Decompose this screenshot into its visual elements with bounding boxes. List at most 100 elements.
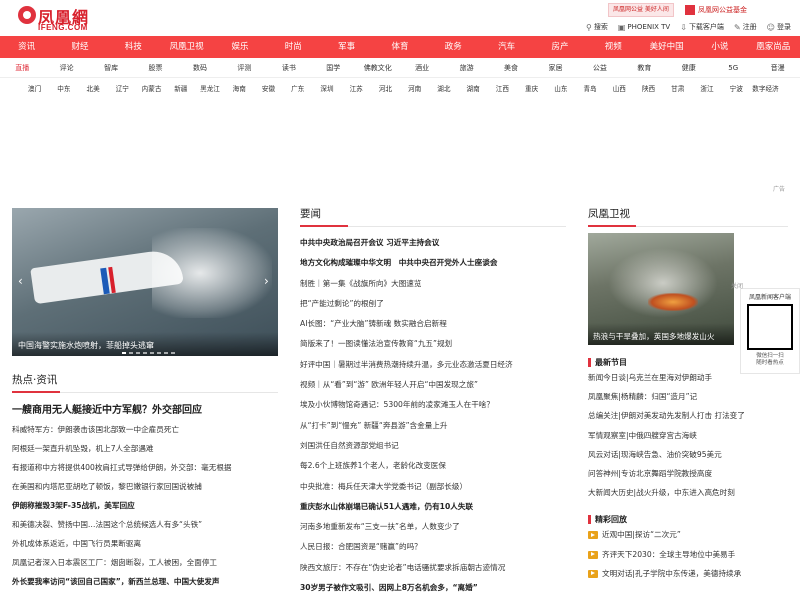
list-item[interactable]: 人民日报：合肥国资是“赌赢”的吗？ [300, 537, 566, 557]
list-item[interactable]: 外长要我率访问“该回自己国家”，新西兰总理、中国大使发声 [12, 576, 278, 587]
sub-nav-item[interactable]: 酒业 [400, 58, 444, 77]
region-nav-item[interactable]: 海南 [225, 81, 254, 97]
main-nav-item[interactable]: 小说 [693, 36, 746, 58]
list-item[interactable]: 伊朗称摧毁3架F-35战机，美军回应 [12, 500, 278, 511]
sub-nav-item[interactable]: 旅游 [444, 58, 488, 77]
region-nav-item[interactable]: 河南 [400, 81, 429, 97]
sub-nav-item[interactable]: 佛教文化 [356, 58, 400, 77]
region-nav-item[interactable]: 宁波 [722, 81, 751, 97]
list-item[interactable]: 军情观察室|中俄四艘穿宫古海峡 [588, 426, 764, 445]
region-nav-item[interactable]: 新疆 [166, 81, 195, 97]
list-item[interactable]: 有报道称中方将提供400枚肩扛式导弹给伊朗，外交部：毫无根据 [12, 462, 278, 473]
carousel-prev-icon[interactable]: ‹ [18, 274, 23, 288]
region-nav-item[interactable]: 湖北 [429, 81, 458, 97]
region-nav-item[interactable]: 重庆 [517, 81, 546, 97]
sub-nav-item[interactable]: 数码 [178, 58, 222, 77]
region-nav-item[interactable]: 北美 [78, 81, 107, 97]
list-item[interactable]: 风云对话|现海峡告急、油价突破95美元 [588, 445, 764, 464]
list-item[interactable]: 在美国和内塔尼亚胡吃了顿饭，黎巴嫩银行家回国说被捕 [12, 481, 278, 492]
list-item[interactable]: 新闻今日谈|乌克兰在里海对伊朗动手 [588, 368, 764, 387]
list-item[interactable]: 近观中国|探访“二次元” [588, 525, 764, 544]
charity-fund-link[interactable]: 凤凰网公益基金 [685, 3, 795, 17]
carousel-next-icon[interactable]: › [264, 274, 269, 288]
hero-carousel[interactable]: ‹ › 中国海警实施水炮喷射，菲船掉头逃窜 [12, 208, 278, 356]
main-nav-item[interactable]: 政务 [427, 36, 480, 58]
list-item[interactable]: 视频｜从“看”到“游” 欧洲年轻人开启“中国发现之旅” [300, 375, 566, 395]
region-nav-item[interactable]: 黑龙江 [195, 81, 224, 97]
list-item[interactable]: 河南多地重新发布“三支一扶”名单，人数变少了 [300, 517, 566, 537]
list-item[interactable]: 埃及小伙博物馆奇遇记：5300年前的凌家滩玉人在干啥？ [300, 395, 566, 415]
carousel-dot[interactable] [164, 352, 168, 354]
list-item[interactable]: 齐评天下2030：全球主导地位中美易手 [588, 545, 764, 564]
sub-nav-item[interactable]: 5G [711, 58, 755, 77]
toolbar-item-0[interactable]: ⚲ 搜索 [586, 21, 608, 33]
region-nav-item[interactable]: 澳门 [20, 81, 49, 97]
main-nav-item[interactable]: 时尚 [267, 36, 320, 58]
region-nav-item[interactable]: 江苏 [342, 81, 371, 97]
list-item[interactable]: 把“产能过剩论”的根刨了 [300, 294, 566, 314]
region-nav-item[interactable]: 江西 [488, 81, 517, 97]
region-nav-item[interactable]: 中东 [49, 81, 78, 97]
list-item[interactable]: 从“打卡”到“慢充” 新疆“奔县游”含金量上升 [300, 416, 566, 436]
list-item[interactable]: 30岁男子被作文吸引、因网上8万名机会多，“离婚” [300, 578, 566, 598]
region-nav-item[interactable]: 内蒙古 [137, 81, 166, 97]
list-item[interactable]: 外机成体系返近，中国飞行员果断驱离 [12, 538, 278, 549]
region-nav-item[interactable]: 山西 [605, 81, 634, 97]
main-nav-item[interactable]: 资讯 [0, 36, 53, 58]
region-nav-item[interactable]: 河北 [371, 81, 400, 97]
sub-nav-item[interactable]: 健康 [667, 58, 711, 77]
carousel-dot[interactable] [171, 352, 175, 354]
list-item[interactable]: 中共中央政治局召开会议 习近平主持会议 [300, 233, 566, 253]
region-nav-item[interactable]: 安徽 [254, 81, 283, 97]
main-nav-item[interactable]: 视频 [587, 36, 640, 58]
main-nav-item[interactable]: 军事 [320, 36, 373, 58]
list-item[interactable]: AI长图：“产业大脑”铸新魂 数实融合启新程 [300, 314, 566, 334]
sub-nav-item[interactable]: 美食 [489, 58, 533, 77]
main-nav-item[interactable]: 娱乐 [213, 36, 266, 58]
toolbar-item-3[interactable]: ✎ 注册 [734, 21, 757, 33]
list-item[interactable]: 阿根廷一架直升机坠毁，机上7人全部遇难 [12, 443, 278, 454]
toolbar-item-1[interactable]: ▣ PHOENIX TV [618, 21, 670, 33]
list-item[interactable]: 刘国洪任自然资源部党组书记 [300, 436, 566, 456]
list-item[interactable]: 重庆彭水山体崩塌已确认51人遇难，仍有10人失联 [300, 497, 566, 517]
list-item[interactable]: 中央批准：梅兵任天津大学党委书记（副部长级） [300, 477, 566, 497]
region-nav-item[interactable]: 甘肃 [663, 81, 692, 97]
list-item[interactable]: 陕西文旅厅：不存在“伪史论者”电话骚扰要求拆庙朝古迹情况 [300, 558, 566, 578]
main-nav-item[interactable]: 凤凰卫视 [160, 36, 213, 58]
main-nav-item[interactable]: 美好中国 [640, 36, 693, 58]
sub-nav-item[interactable]: 家居 [533, 58, 577, 77]
region-nav-item[interactable]: 湖南 [459, 81, 488, 97]
carousel-dot[interactable] [143, 352, 147, 354]
sub-nav-item[interactable]: 国学 [311, 58, 355, 77]
region-nav-item[interactable]: 数字经济 [751, 81, 780, 97]
sub-nav-item[interactable]: 教育 [622, 58, 666, 77]
qr-close-button[interactable]: 关闭 [731, 281, 743, 290]
sub-nav-item[interactable]: 评论 [44, 58, 88, 77]
main-nav-item[interactable]: 房产 [533, 36, 586, 58]
region-nav-item[interactable]: 陕西 [634, 81, 663, 97]
list-item[interactable]: 制胜｜第一集《战旗所向》大图速览 [300, 274, 566, 294]
sub-nav-item[interactable]: 读书 [267, 58, 311, 77]
list-item[interactable]: 简版来了！一图读懂法治宣传教育“九五”规划 [300, 334, 566, 354]
ifeng-logo[interactable]: 凤凰網 IFENG.COM [18, 4, 108, 32]
charity-promo-banner[interactable]: 凤凰网公益 美好人间 [608, 3, 674, 17]
region-nav-item[interactable]: 山东 [546, 81, 575, 97]
list-item[interactable]: 总编关注|伊朗对美发动先发制人打击 打法变了 [588, 406, 764, 425]
sub-nav-item[interactable]: 音漫 [755, 58, 799, 77]
region-nav-item[interactable]: 浙江 [692, 81, 721, 97]
main-nav-item[interactable]: 财经 [53, 36, 106, 58]
toolbar-item-4[interactable]: ☺ 登录 [767, 21, 791, 33]
sub-nav-item[interactable]: 公益 [578, 58, 622, 77]
tv-feature-image[interactable]: 热浪与干旱叠加，英国多地爆发山火 [588, 233, 734, 345]
sub-nav-item[interactable]: 直播 [0, 58, 44, 77]
main-nav-item[interactable]: 汽车 [480, 36, 533, 58]
list-item[interactable]: 凤凰记者深入日本震区工厂：烟囱断裂，工人被困，全面停工 [12, 557, 278, 568]
list-item[interactable]: 地方文化构成璀璨中华文明 中共中央召开党外人士座谈会 [300, 253, 566, 273]
list-item[interactable]: 大新闻大历史|战火升级，中东进入高危时刻 [588, 483, 764, 502]
carousel-dot[interactable] [129, 352, 133, 354]
list-item[interactable]: 和美德决裂、赞扬中国…法国这个总统候选人有多“头铁” [12, 519, 278, 530]
main-nav-item[interactable]: 体育 [373, 36, 426, 58]
list-item[interactable]: 文明对话|孔子学院中东传递，美德持续承 [588, 564, 764, 583]
sub-nav-item[interactable]: 智库 [89, 58, 133, 77]
region-nav-item[interactable]: 广东 [283, 81, 312, 97]
